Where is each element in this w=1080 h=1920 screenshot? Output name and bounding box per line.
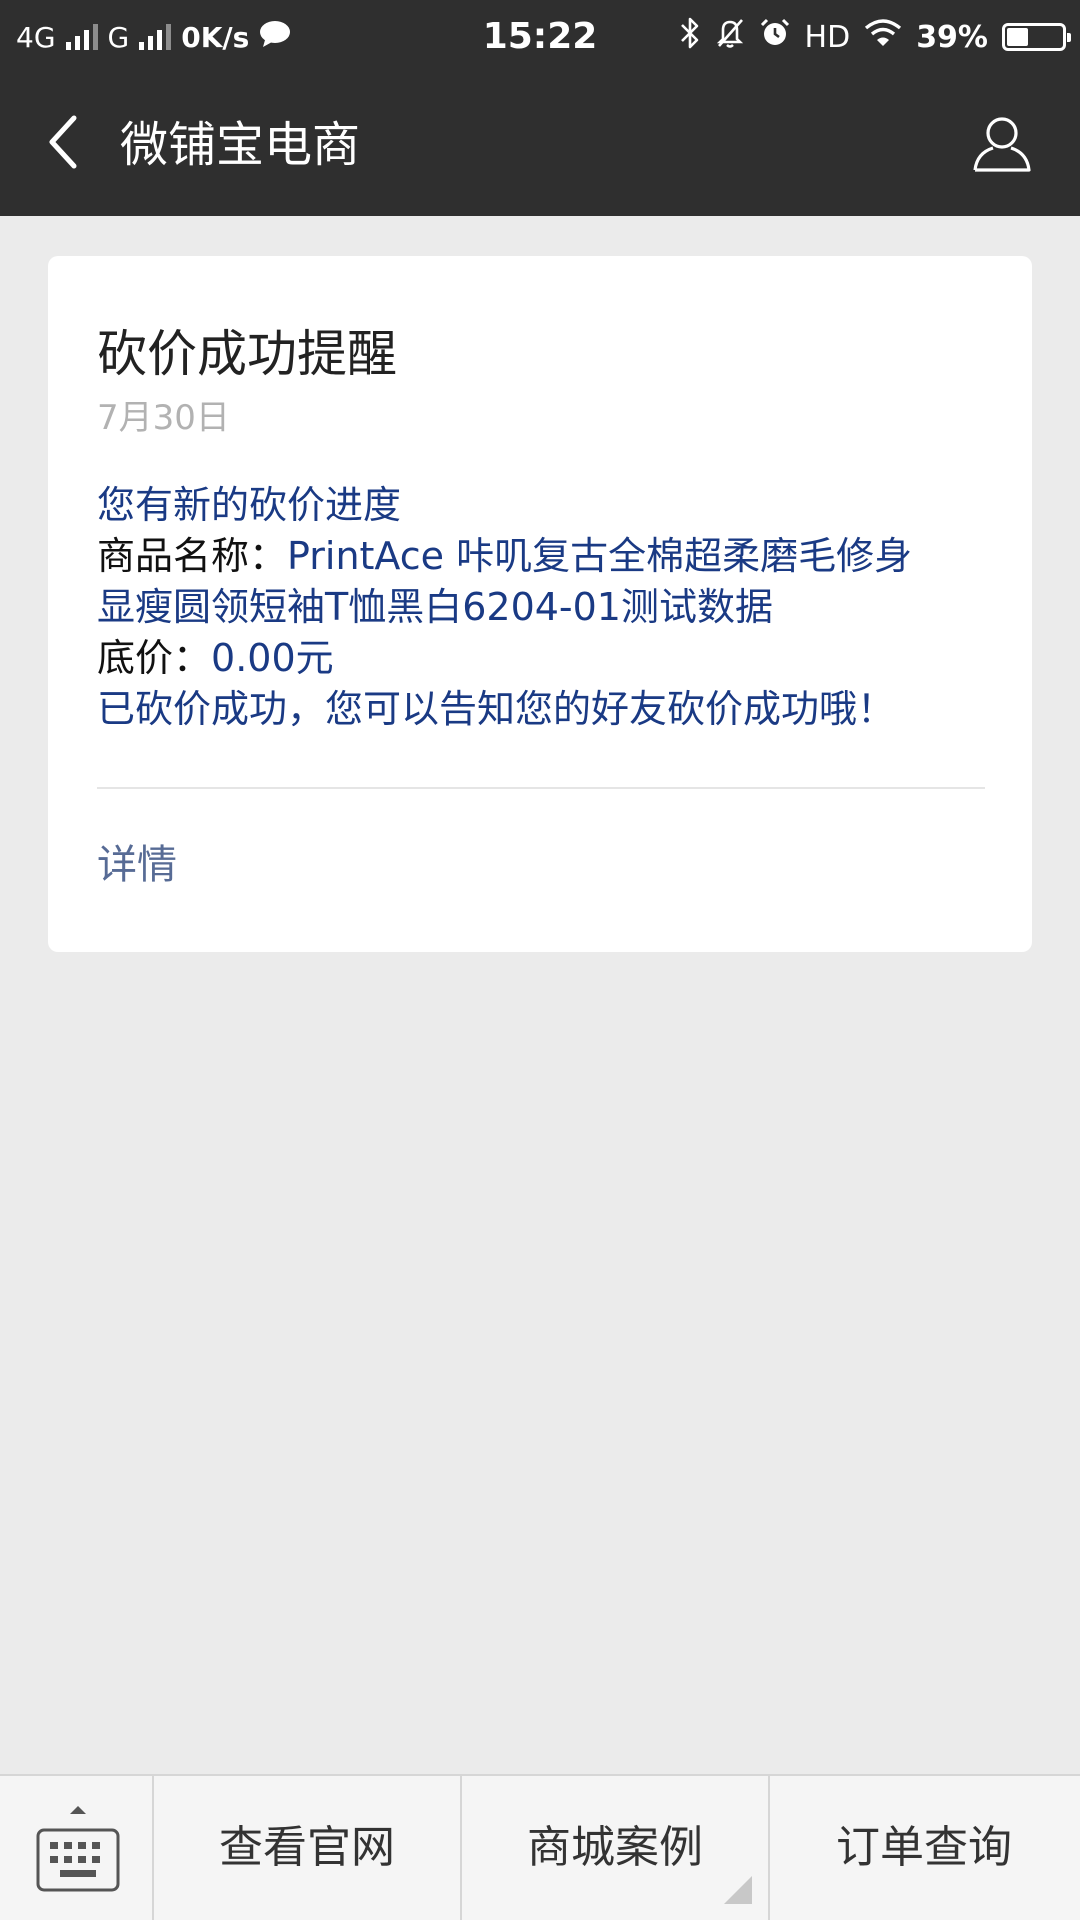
back-button[interactable] <box>22 104 102 184</box>
detail-link[interactable]: 详情 <box>97 840 177 890</box>
menu-item-mall-cases-label: 商城案例 <box>527 1822 703 1873</box>
battery-level <box>1007 28 1029 46</box>
signal-icon <box>139 24 172 50</box>
profile-button[interactable] <box>964 108 1040 184</box>
product-name-value: PrintAce 咔叽复古全棉超柔磨毛修身 <box>287 534 913 578</box>
menu-item-official-site[interactable]: 查看官网 <box>154 1776 462 1920</box>
card-divider <box>97 787 985 789</box>
menu-item-order-query[interactable]: 订单查询 <box>770 1776 1078 1920</box>
battery-icon <box>1002 23 1071 51</box>
message-title: 砍价成功提醒 <box>97 325 397 383</box>
product-name-label: 商品名称： <box>97 534 288 578</box>
status-left: 4G G 0K/s <box>16 0 291 74</box>
message-date: 7月30日 <box>97 398 230 438</box>
price-label: 底价： <box>97 636 212 680</box>
message-body: 您有新的砍价进度 商品名称：PrintAce 咔叽复古全棉超柔磨毛修身 显瘦圆领… <box>97 480 987 735</box>
hd-label: HD <box>804 19 851 55</box>
person-icon <box>971 113 1033 179</box>
keyboard-toggle-button[interactable] <box>0 1776 154 1920</box>
bottom-menu-bar: 查看官网 商城案例 订单查询 <box>0 1774 1080 1920</box>
product-name-value-continued: 显瘦圆领短袖T恤黑白6204-01测试数据 <box>97 585 773 629</box>
network-type-4g: 4G <box>16 20 56 54</box>
menu-item-mall-cases[interactable]: 商城案例 <box>462 1776 770 1920</box>
message-remark: 已砍价成功，您可以告知您的好友砍价成功哦！ <box>97 687 896 731</box>
alarm-icon <box>759 17 791 57</box>
price-value: 0.00元 <box>211 636 334 680</box>
chevron-left-icon <box>44 114 80 174</box>
page-title: 微铺宝电商 <box>120 117 361 173</box>
wifi-icon <box>864 18 902 56</box>
chat-bubble-icon <box>259 20 291 55</box>
product-name-line: 商品名称：PrintAce 咔叽复古全棉超柔磨毛修身 <box>97 531 987 582</box>
status-right: HD 39% <box>679 0 1071 74</box>
bell-off-icon <box>715 17 745 57</box>
bluetooth-icon <box>679 16 701 58</box>
message-first-line: 您有新的砍价进度 <box>97 483 402 527</box>
battery-percent: 39% <box>916 19 988 55</box>
status-bar: 4G G 0K/s 15:22 HD 39% <box>0 0 1080 74</box>
screen: 4G G 0K/s 15:22 HD 39% 微铺宝电商 砍价成功提醒 7月30… <box>0 0 1080 1920</box>
signal-icon <box>65 24 98 50</box>
price-line: 底价：0.00元 <box>97 633 987 684</box>
keyboard-icon <box>36 1806 120 1896</box>
submenu-indicator-icon <box>724 1876 752 1904</box>
network-speed: 0K/s <box>181 20 250 54</box>
nav-bar: 微铺宝电商 <box>0 74 1080 216</box>
network-type-g: G <box>107 20 130 54</box>
template-message-card: 砍价成功提醒 7月30日 您有新的砍价进度 商品名称：PrintAce 咔叽复古… <box>48 256 1032 952</box>
